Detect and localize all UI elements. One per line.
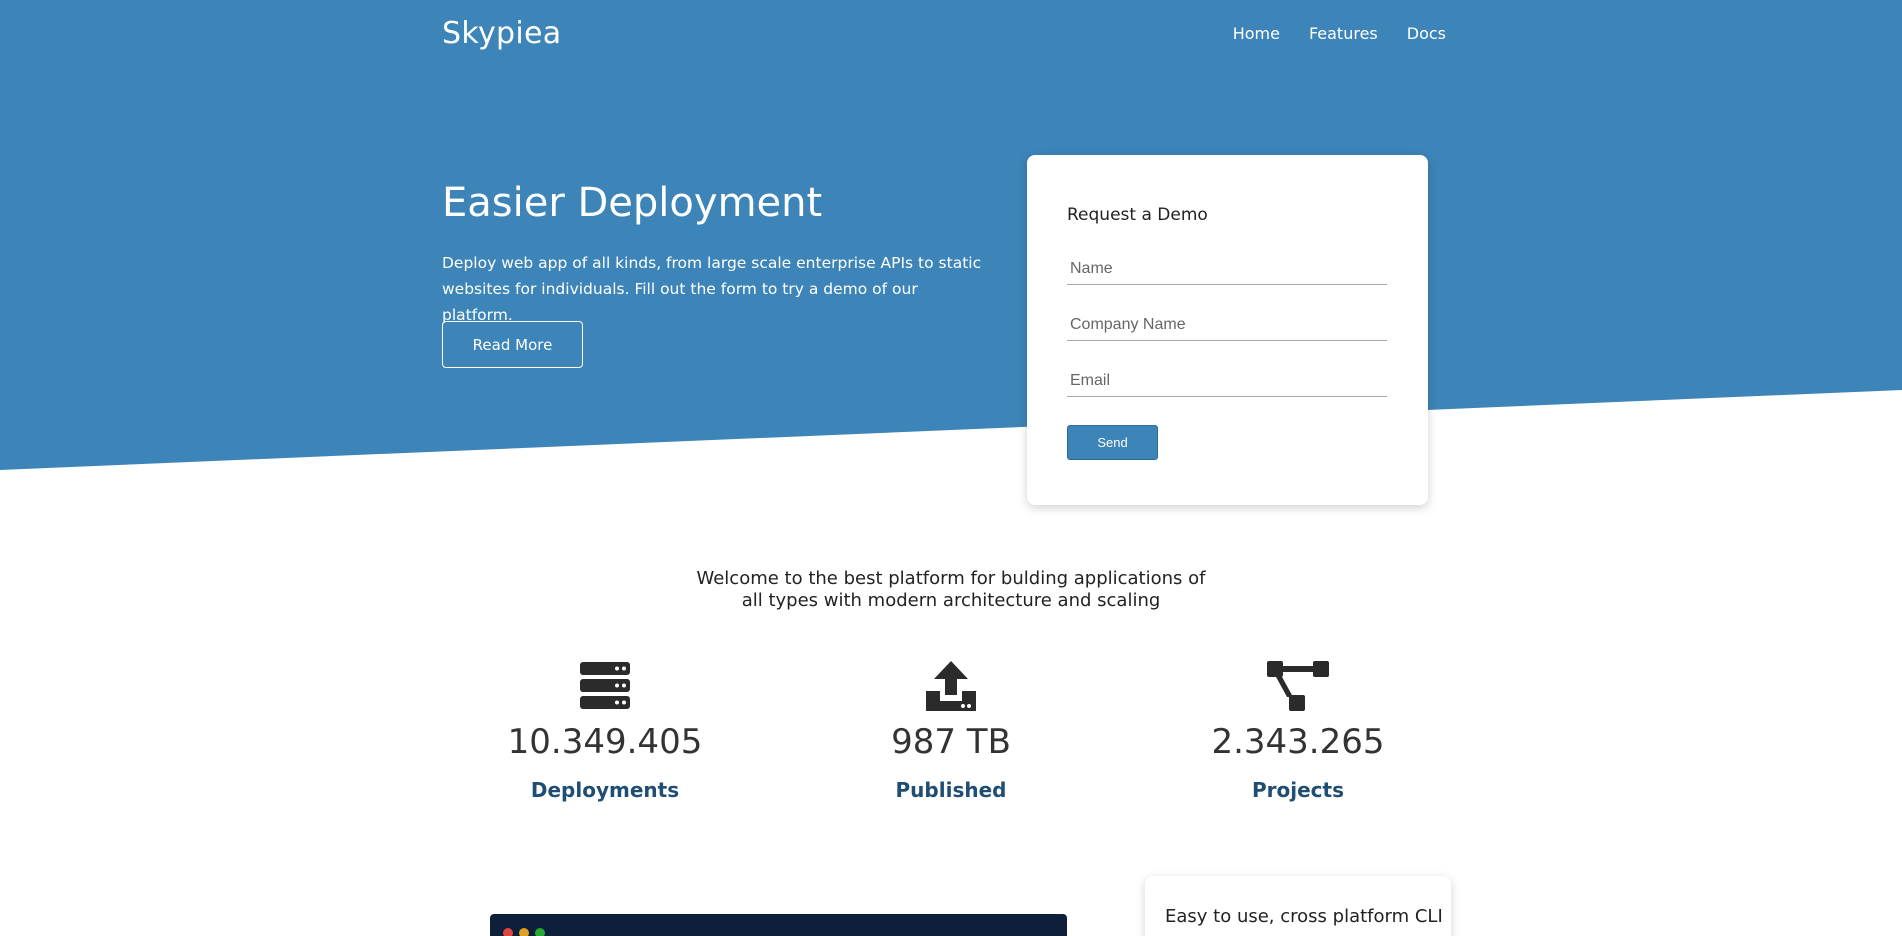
minimize-dot-icon — [519, 928, 529, 936]
upload-icon — [926, 661, 976, 711]
nav-link-docs[interactable]: Docs — [1407, 24, 1446, 43]
close-dot-icon — [503, 928, 513, 936]
stat-label: Projects — [1251, 778, 1344, 802]
project-diagram-icon — [1267, 661, 1329, 711]
hero-description: Deploy web app of all kinds, from large … — [442, 254, 982, 324]
welcome-line-1: Welcome to the best platform for bulding… — [696, 568, 1206, 589]
navbar: Skypiea Home Features Docs — [0, 0, 1902, 70]
stat-label: Deployments — [530, 778, 680, 802]
email-input[interactable] — [1067, 365, 1387, 397]
nav-link-home[interactable]: Home — [1233, 24, 1280, 43]
read-more-button[interactable]: Read More — [442, 321, 583, 368]
company-name-input[interactable] — [1067, 309, 1387, 341]
cli-feature-title: Easy to use, cross platform CLI — [1165, 906, 1443, 927]
cli-feature-card: Easy to use, cross platform CLI — [1145, 876, 1451, 936]
request-demo-title: Request a Demo — [1067, 205, 1208, 225]
stat-value: 2.343.265 — [1211, 722, 1385, 762]
nav-links: Home Features Docs — [1233, 24, 1446, 43]
stat-published: 987 TB Published — [821, 660, 1081, 802]
stat-value: 10.349.405 — [507, 722, 703, 762]
stat-label: Published — [895, 778, 1007, 802]
stat-value: 987 TB — [891, 722, 1011, 762]
nav-link-features[interactable]: Features — [1309, 24, 1378, 43]
stat-deployments: 10.349.405 Deployments — [475, 660, 735, 802]
request-demo-card: Request a Demo Send — [1027, 155, 1428, 505]
hero-title: Easier Deployment — [442, 180, 823, 226]
server-icon — [580, 662, 630, 709]
welcome-text: Welcome to the best platform for bulding… — [0, 568, 1902, 612]
stat-projects: 2.343.265 Projects — [1168, 660, 1428, 802]
send-button[interactable]: Send — [1067, 425, 1158, 460]
hero-background — [0, 0, 1902, 470]
terminal-window — [490, 914, 1067, 936]
maximize-dot-icon — [535, 928, 545, 936]
welcome-line-2: all types with modern architecture and s… — [741, 590, 1161, 611]
logo[interactable]: Skypiea — [442, 16, 561, 51]
name-input[interactable] — [1067, 253, 1387, 285]
